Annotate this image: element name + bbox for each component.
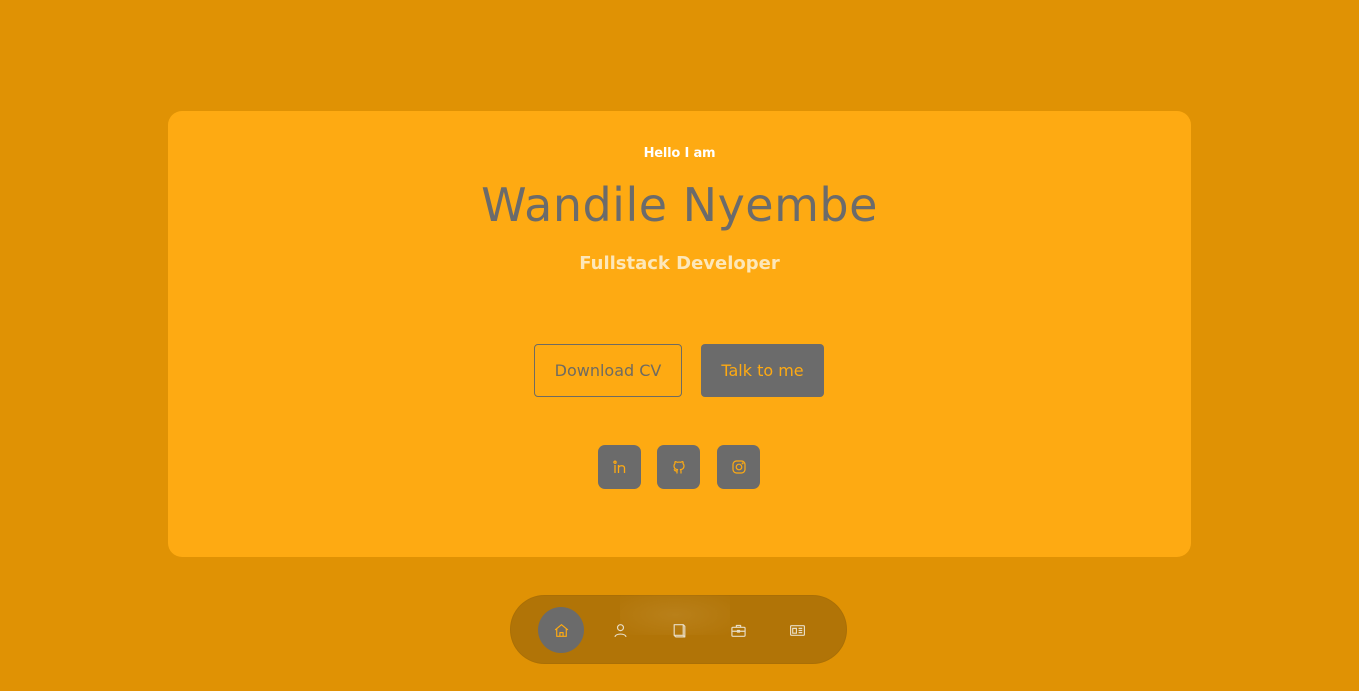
message-icon <box>789 624 805 636</box>
linkedin-icon <box>612 460 625 473</box>
talk-to-me-button[interactable]: Talk to me <box>701 344 824 397</box>
instagram-icon <box>731 460 746 474</box>
page: Hello I am Wandile Nyembe Fullstack Deve… <box>0 0 1359 691</box>
linkedin-link[interactable] <box>598 445 641 489</box>
hero-name: Wandile Nyembe <box>481 178 878 232</box>
hero-role: Fullstack Developer <box>579 253 780 274</box>
instagram-link[interactable] <box>717 445 760 489</box>
briefcase-icon <box>730 624 746 637</box>
book-icon <box>673 623 685 637</box>
github-icon <box>672 460 685 474</box>
nav-contact[interactable] <box>774 607 820 653</box>
hero-greeting: Hello I am <box>643 146 716 161</box>
download-cv-button[interactable]: Download CV <box>534 344 682 397</box>
github-link[interactable] <box>657 445 700 489</box>
user-icon <box>613 623 627 637</box>
nav-services[interactable] <box>715 607 761 653</box>
nav-home[interactable] <box>538 607 584 653</box>
home-icon <box>554 623 568 637</box>
nav-experience[interactable] <box>656 607 702 653</box>
nav-about[interactable] <box>597 607 643 653</box>
